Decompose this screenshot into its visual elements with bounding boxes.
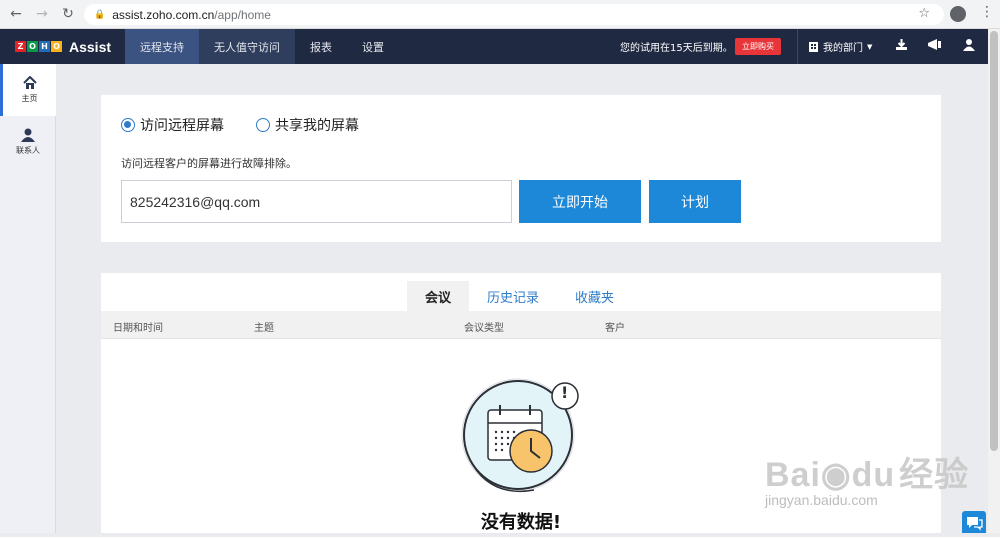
announcement-icon[interactable] <box>927 38 943 51</box>
back-icon[interactable]: ← <box>6 4 26 24</box>
logo-letter: O <box>51 41 62 52</box>
download-icon[interactable] <box>895 38 908 51</box>
start-now-button[interactable]: 立即开始 <box>519 180 641 223</box>
nav-remote-support[interactable]: 远程支持 <box>125 29 199 64</box>
scrollbar-thumb[interactable] <box>990 31 998 451</box>
watermark-brand: Bai <box>765 456 821 494</box>
trial-notice: 您的试用在15天后到期。 <box>620 43 733 54</box>
exclamation-icon: ! <box>561 383 569 402</box>
department-label: 我的部门 <box>823 43 863 54</box>
tab-meetings[interactable]: 会议 <box>407 281 470 311</box>
menu-kebab-icon[interactable]: ⋮ <box>980 5 994 19</box>
logo-letter: O <box>27 41 38 52</box>
column-customer[interactable]: 客户 <box>605 319 625 334</box>
buy-now-button[interactable]: 立即购买 <box>735 38 781 55</box>
forward-icon[interactable]: → <box>32 4 52 24</box>
sidebar-item-contacts[interactable]: 联系人 <box>0 116 56 168</box>
zoho-assist-logo[interactable]: Z O H O Assist <box>0 29 125 64</box>
url-text: assist.zoho.com.cn/app/home <box>112 7 271 22</box>
column-meeting-type[interactable]: 会议类型 <box>464 319 504 334</box>
radio-remote-screen[interactable] <box>121 118 135 132</box>
sidebar-item-label: 联系人 <box>16 146 40 155</box>
column-subject[interactable]: 主题 <box>254 319 274 334</box>
radio-remote-label[interactable]: 访问远程屏幕 <box>140 115 224 135</box>
chat-icon[interactable] <box>962 511 986 533</box>
app-header: Z O H O Assist 远程支持 无人值守访问 报表 设置 您的试用在15… <box>0 29 988 64</box>
department-dropdown[interactable]: 我的部门 ▼ <box>808 39 872 54</box>
nav-settings[interactable]: 设置 <box>347 29 399 64</box>
nav-reports[interactable]: 报表 <box>295 29 347 64</box>
sidebar-item-home[interactable]: 主页 <box>0 64 56 116</box>
watermark-brand2: du <box>851 456 896 494</box>
tab-favorites[interactable]: 收藏夹 <box>557 281 632 311</box>
bookmark-star-icon[interactable]: ☆ <box>918 6 930 21</box>
reload-icon[interactable]: ↻ <box>58 4 78 24</box>
session-description: 访问远程客户的屏幕进行故障排除。 <box>121 157 297 170</box>
address-bar[interactable]: 🔒 assist.zoho.com.cn/app/home ☆ <box>84 4 944 25</box>
watermark-brand3: 经验 <box>899 456 970 494</box>
tab-history[interactable]: 历史记录 <box>469 281 557 311</box>
user-icon[interactable] <box>963 38 975 51</box>
contacts-icon <box>21 128 35 142</box>
schedule-button[interactable]: 计划 <box>649 180 741 223</box>
building-icon <box>809 42 818 52</box>
column-date-time[interactable]: 日期和时间 <box>113 319 163 334</box>
session-mode-group: 访问远程屏幕 共享我的屏幕 <box>121 115 391 135</box>
empty-state-text: 没有数据! <box>480 512 562 533</box>
product-name: Assist <box>69 38 112 55</box>
meetings-tabs: 会议 历史记录 收藏夹 <box>407 281 632 311</box>
logo-letter: H <box>39 41 50 52</box>
table-header: 日期和时间 主题 会议类型 客户 <box>101 311 941 339</box>
baidu-watermark: Bai◉du 经验 jingyan.baidu.com <box>765 447 969 508</box>
home-icon <box>22 76 37 89</box>
radio-share-label[interactable]: 共享我的屏幕 <box>275 115 359 135</box>
customer-email-input[interactable] <box>121 180 512 223</box>
lock-icon: 🔒 <box>94 9 106 20</box>
start-session-card: 访问远程屏幕 共享我的屏幕 访问远程客户的屏幕进行故障排除。 立即开始 计划 <box>101 95 941 242</box>
browser-toolbar: ← → ↻ 🔒 assist.zoho.com.cn/app/home ☆ ⋮ <box>0 0 1000 29</box>
left-sidebar: 主页 联系人 <box>0 64 56 533</box>
profile-icon[interactable] <box>950 6 966 22</box>
header-divider <box>797 29 798 64</box>
nav-unattended-access[interactable]: 无人值守访问 <box>199 29 295 64</box>
radio-share-screen[interactable] <box>256 118 270 132</box>
paw-icon: ◉ <box>820 456 852 494</box>
logo-letter: Z <box>15 41 26 52</box>
chevron-down-icon: ▼ <box>867 42 873 51</box>
sidebar-item-label: 主页 <box>21 94 38 103</box>
